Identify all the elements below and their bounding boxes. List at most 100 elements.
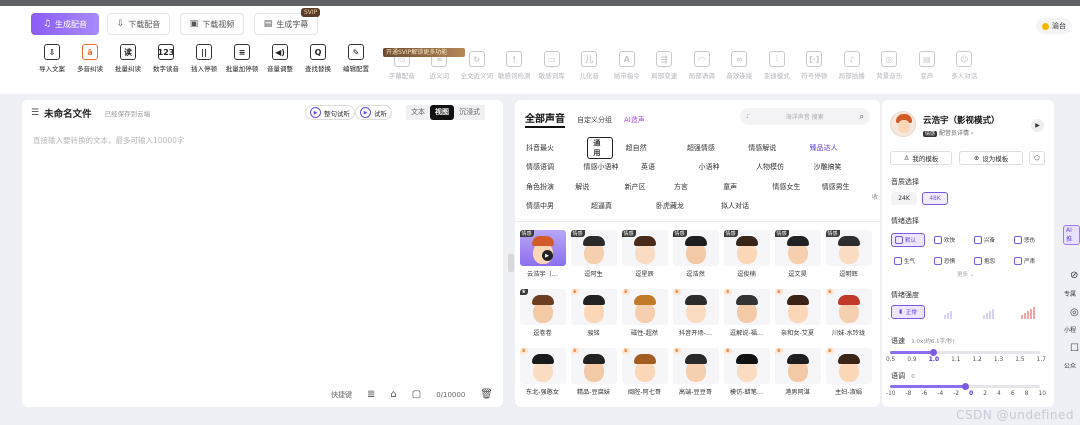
tool-button[interactable]: ◀) 音量调整 [261, 44, 299, 73]
tag-filter-item[interactable]: 童声 [723, 182, 772, 192]
voice-card[interactable]: ♛ 逗解说-福… [723, 289, 770, 337]
voice-card[interactable]: 情感 逗浩然 [672, 230, 719, 278]
svip-tool-button[interactable]: ▤ 变声 [908, 51, 946, 80]
play-button[interactable]: ▶ [1031, 119, 1044, 132]
tag-filter-item[interactable]: 臻品达人 [810, 143, 871, 153]
emotion-option[interactable]: 恐惧 [931, 254, 965, 268]
tag-filter-item[interactable]: 情感男生 [822, 182, 871, 192]
tag-filter-item[interactable]: 超自然 [626, 143, 687, 153]
tool-button[interactable]: ≡ 批量加停顿 [223, 44, 261, 73]
voice-card[interactable]: 情感 逗星辰 [621, 230, 668, 278]
tag-filter-item[interactable]: 角色扮演 [526, 182, 575, 192]
svip-tool-button[interactable]: A 插带指令 [608, 51, 646, 80]
chat-icon[interactable]: ☐ [1070, 343, 1079, 354]
tag-filter-item[interactable]: 小语种 [699, 162, 757, 172]
emotion-option[interactable]: 抱怨 [971, 254, 1005, 268]
emotion-option[interactable]: 严肃 [1011, 254, 1045, 268]
voice-search-input[interactable]: 海洋声音 搜索 [786, 112, 824, 121]
text-editor-input[interactable]: 直接输入要转换的文本，最多可输入10000字 [33, 135, 184, 146]
tab-ai-voice[interactable]: AI造声 [624, 115, 645, 125]
voice-card[interactable]: 情感 逗明辉 [825, 230, 872, 278]
tag-filter-item[interactable]: 抖音最火 [526, 143, 587, 153]
svip-tool-button[interactable]: ◎ 背景音乐 [871, 51, 909, 80]
intensity-level-3[interactable] [971, 305, 1005, 319]
svip-tool-button[interactable]: [·] 符号停顿 [796, 51, 834, 80]
tag-filter-item[interactable]: 英语 [641, 162, 699, 172]
ai-recommend-tag[interactable]: AI推 [1063, 225, 1080, 245]
preview-button[interactable]: ▶ 试听 [355, 105, 392, 120]
mini-program-icon[interactable]: ⊘ [1070, 270, 1078, 281]
pitch-slider[interactable] [890, 383, 1040, 390]
svip-tool-button[interactable]: ▭ 敏感词库 [533, 51, 571, 80]
list-icon[interactable]: ≣ [367, 389, 375, 400]
tag-filter-item[interactable]: 情感中男 [526, 201, 591, 211]
play-icon[interactable]: ▶ [541, 250, 553, 261]
intensity-normal[interactable]: ▮ 正常 [891, 305, 925, 319]
voice-card[interactable]: ♛ 港男阿湛 [774, 348, 821, 396]
svip-tool-button[interactable]: ⫶ 变速模式 [758, 51, 796, 80]
voice-card[interactable]: ♛ 主妇-淑娟 [825, 348, 872, 396]
svip-tool-button[interactable]: ◠ 局部语调 [683, 51, 721, 80]
tool-button[interactable]: 123 数字读音 [147, 44, 185, 73]
view-mode-immersive[interactable]: 沉浸式 [454, 105, 485, 120]
tag-filter-item[interactable]: 沙雕搞笑 [814, 162, 872, 172]
tag-filter-item[interactable]: 情感女生 [772, 182, 821, 192]
voice-card[interactable]: ♛ 抖音开场-… [672, 289, 719, 337]
voice-detail-link[interactable]: 情感 配音员详情 › [923, 128, 973, 137]
pitch-slider-knob[interactable] [962, 383, 969, 390]
emotion-option[interactable]: 生气 [891, 254, 925, 268]
tab-download-video[interactable]: ▣ 下载视频 [180, 13, 244, 35]
tag-filter-item[interactable]: 情感小语种 [584, 162, 642, 172]
quality-48k[interactable]: 48K [922, 192, 948, 205]
voice-card[interactable]: ♛ 亲和女-艾夏 [774, 289, 821, 337]
mini-app-icon[interactable]: ◎ [1070, 307, 1079, 318]
favorite-button[interactable]: ⬠ [1029, 151, 1045, 165]
voice-search[interactable]: ♪ 海洋声音 搜索 ⌕ [740, 108, 870, 125]
voice-card[interactable]: ♛ 骏铭 [570, 289, 617, 337]
preview-all-button[interactable]: ▶ 整句试听 [305, 105, 355, 120]
search-icon[interactable]: ⌕ [860, 112, 864, 122]
intensity-level-4[interactable] [1011, 305, 1045, 319]
svip-banner[interactable]: 开通SVIP解锁更多功能 [383, 48, 465, 57]
trash-icon[interactable]: 🗑 [480, 389, 493, 400]
voice-card[interactable]: ♛ 磁性-超然 [621, 289, 668, 337]
tool-button[interactable]: Q 查找替换 [299, 44, 337, 73]
tag-filter-item[interactable]: 解说 [575, 182, 624, 192]
tag-filter-item[interactable]: 方言 [674, 182, 723, 192]
text-box-icon[interactable]: ▢ [412, 389, 421, 400]
voice-card[interactable]: ♛ 川妹-水玲珑 [825, 289, 872, 337]
voice-card[interactable]: ♛ 高端-豆豆哥 [672, 348, 719, 396]
tag-filter-item[interactable]: 通用 [587, 136, 613, 159]
voice-card[interactable]: ♛ 逗卷卷 [519, 289, 566, 337]
tool-button[interactable]: ⇩ 导入文案 [33, 44, 71, 73]
emotion-option[interactable]: 兴奋 [971, 233, 1005, 247]
svip-tool-button[interactable]: ⇶ 局部变速 [646, 51, 684, 80]
more-emotions-button[interactable]: 更多 ⌄ [957, 270, 974, 278]
menu-icon[interactable]: ☰ [31, 108, 39, 118]
doc-title[interactable]: 未命名文件 [44, 106, 92, 120]
tool-button[interactable]: 读批量纠读 [109, 44, 147, 73]
collapse-tags-button[interactable]: 收 [872, 192, 878, 201]
panel-collapse-handle[interactable] [508, 254, 514, 272]
voice-card[interactable]: ♛ 东北-强憨女 [519, 348, 566, 396]
svip-tool-button[interactable]: 儿儿化音 [571, 51, 609, 80]
tool-button[interactable]: || 插入停顿 [185, 44, 223, 73]
tag-filter-item[interactable]: 情感语调 [526, 162, 584, 172]
voice-card[interactable]: ♛ 精品-豆腐妹 [570, 348, 617, 396]
tool-button[interactable]: ✎ 编辑配置 [337, 44, 375, 73]
tab-all-voices[interactable]: 全部声音 [525, 110, 565, 128]
voice-card[interactable]: 情感 ▶ 云浩宇（… [519, 230, 566, 278]
tag-filter-item[interactable]: 人物模仿 [756, 162, 814, 172]
voice-card[interactable]: ♛ 闽腔-阿七哥 [621, 348, 668, 396]
svip-tool-button[interactable]: ∞ 音效连接 [721, 51, 759, 80]
speed-slider-knob[interactable] [929, 349, 937, 356]
tab-generate-dubbing[interactable]: ♫ 生成配音 [31, 13, 99, 35]
emotion-option[interactable]: 默认 [891, 233, 925, 247]
svip-tool-button[interactable]: ! 敏感词检测 [496, 51, 534, 80]
view-mode-view[interactable]: 视图 [430, 105, 454, 120]
user-pill[interactable]: 渝台 [1036, 18, 1072, 34]
tab-custom-group[interactable]: 自定义分组 [577, 115, 612, 125]
tool-button[interactable]: ā 多音纠读 [71, 44, 109, 73]
emotion-option[interactable]: 悲伤 [1011, 233, 1045, 247]
voice-card[interactable]: 情感 逗俊楠 [723, 230, 770, 278]
